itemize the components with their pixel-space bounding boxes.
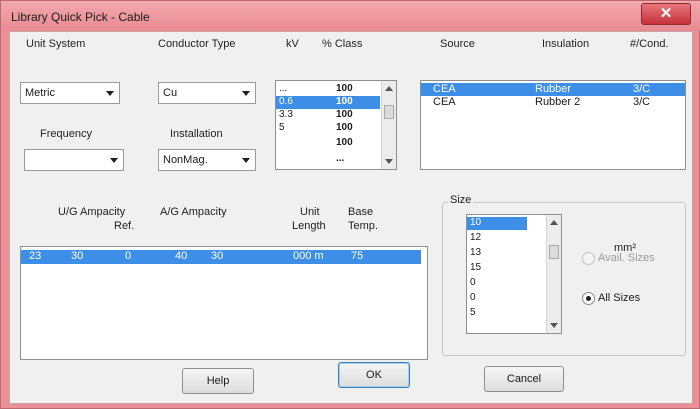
- list-item[interactable]: CEA Rubber 3/C: [421, 83, 685, 96]
- ug-ampacity-header: U/G Ampacity: [58, 206, 126, 218]
- scroll-down-icon[interactable]: [385, 159, 393, 164]
- length-header: Length: [292, 220, 326, 232]
- list-item[interactable]: 12: [467, 232, 527, 245]
- unit-header: Unit: [300, 206, 320, 218]
- unit-system-label: Unit System: [26, 38, 86, 50]
- table-row[interactable]: 23 30 0 40 30 000 m 75: [21, 250, 421, 264]
- avail-sizes-radio[interactable]: [582, 252, 595, 265]
- frequency-label: Frequency: [40, 128, 92, 140]
- list-item[interactable]: 0: [467, 292, 527, 305]
- conductor-type-value: Cu: [163, 87, 178, 99]
- base-header: Base: [348, 206, 374, 218]
- cancel-button[interactable]: Cancel: [484, 366, 564, 392]
- title-bar: Library Quick Pick - Cable ✕: [1, 1, 700, 31]
- scroll-up-icon[interactable]: [385, 86, 393, 91]
- avail-sizes-label: Avail. Sizes: [598, 252, 655, 264]
- size-group-title: Size: [448, 194, 474, 206]
- all-sizes-label: All Sizes: [598, 292, 641, 304]
- unit-system-value: Metric: [25, 87, 55, 99]
- help-button[interactable]: Help: [182, 368, 254, 394]
- close-icon: ✕: [659, 5, 673, 22]
- scroll-up-icon[interactable]: [550, 220, 558, 225]
- installation-dropdown[interactable]: NonMag.: [158, 149, 256, 171]
- frequency-dropdown[interactable]: [24, 149, 124, 171]
- insulation-header: Insulation: [542, 38, 590, 50]
- list-item[interactable]: 5 100: [276, 122, 380, 135]
- temp-header: Temp.: [348, 220, 378, 232]
- size-list-scrollbar[interactable]: [546, 215, 561, 333]
- chevron-down-icon: [110, 158, 118, 163]
- close-button[interactable]: ✕: [641, 3, 691, 25]
- scroll-thumb[interactable]: [384, 105, 394, 119]
- kv-header: kV: [286, 38, 299, 50]
- dialog-window: Library Quick Pick - Cable ✕ Unit System…: [0, 0, 700, 409]
- kv-list-scrollbar[interactable]: [381, 81, 396, 169]
- list-item[interactable]: ... 100: [276, 83, 380, 96]
- scroll-down-icon[interactable]: [550, 323, 558, 328]
- dialog-body: Unit System Metric Conductor Type Cu Fre…: [9, 31, 693, 404]
- list-item[interactable]: 5: [467, 307, 527, 320]
- ok-button[interactable]: OK: [338, 362, 410, 388]
- cond-header: #/Cond.: [630, 38, 669, 50]
- installation-label: Installation: [170, 128, 223, 140]
- list-item[interactable]: ...: [276, 153, 380, 166]
- ref-header: Ref.: [114, 220, 135, 232]
- source-list[interactable]: CEA Rubber 3/C CEA Rubber 2 3/C: [420, 80, 686, 170]
- list-item[interactable]: 3.3 100: [276, 109, 380, 122]
- ampacity-table[interactable]: 23 30 0 40 30 000 m 75: [20, 246, 428, 360]
- list-item[interactable]: 13: [467, 247, 527, 260]
- pct-class-header: % Class: [322, 38, 363, 50]
- kv-class-list[interactable]: ... 100 0.6 100 3.3 100 5 100 100 ...: [275, 80, 397, 170]
- list-item[interactable]: 0: [467, 277, 527, 290]
- window-title: Library Quick Pick - Cable: [11, 10, 150, 24]
- list-item[interactable]: 100: [276, 137, 380, 150]
- ag-ampacity-header: A/G Ampacity: [160, 206, 227, 218]
- conductor-type-label: Conductor Type: [158, 38, 236, 50]
- list-item[interactable]: 15: [467, 262, 527, 275]
- installation-value: NonMag.: [163, 154, 208, 166]
- list-item[interactable]: 0.6 100: [276, 96, 380, 109]
- list-item[interactable]: 10: [467, 217, 527, 230]
- unit-system-dropdown[interactable]: Metric: [20, 82, 120, 104]
- all-sizes-radio[interactable]: [582, 292, 595, 305]
- list-item[interactable]: CEA Rubber 2 3/C: [421, 96, 685, 109]
- chevron-down-icon: [106, 91, 114, 96]
- size-list[interactable]: 10 12 13 15 0 0 5: [466, 214, 562, 334]
- source-header: Source: [440, 38, 475, 50]
- scroll-thumb[interactable]: [549, 245, 559, 259]
- chevron-down-icon: [242, 158, 250, 163]
- chevron-down-icon: [242, 91, 250, 96]
- conductor-type-dropdown[interactable]: Cu: [158, 82, 256, 104]
